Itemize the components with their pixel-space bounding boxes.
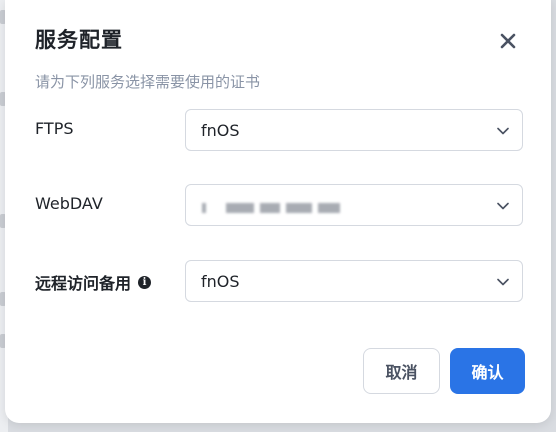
row-label-text: WebDAV — [35, 194, 103, 213]
info-icon[interactable]: i — [138, 275, 152, 289]
chevron-down-icon — [497, 278, 509, 286]
chevron-down-icon — [497, 202, 509, 210]
confirm-button[interactable]: 确认 — [450, 348, 525, 394]
dialog-subtitle: 请为下列服务选择需要使用的证书 — [35, 73, 261, 91]
remote-access-backup-label: 远程访问备用 i — [35, 270, 152, 294]
row-label-text: FTPS — [35, 119, 74, 138]
remote-access-backup-certificate-select[interactable]: fnOS — [185, 260, 523, 302]
obscured-value — [202, 197, 340, 217]
close-button[interactable] — [495, 28, 521, 54]
webdav-label: WebDAV — [35, 194, 103, 213]
select-value: fnOS — [201, 272, 240, 291]
row-label-text: 远程访问备用 — [35, 274, 132, 293]
cancel-button[interactable]: 取消 — [363, 348, 440, 394]
chevron-down-icon — [497, 127, 509, 135]
ftps-label: FTPS — [35, 119, 74, 138]
service-config-dialog: 服务配置 请为下列服务选择需要使用的证书 FTPS fnOS WebDAV 远程… — [5, 0, 551, 423]
webdav-certificate-select[interactable] — [185, 184, 523, 226]
ftps-certificate-select[interactable]: fnOS — [185, 109, 523, 151]
select-value: fnOS — [201, 121, 240, 140]
dialog-title: 服务配置 — [35, 28, 123, 52]
close-icon — [500, 33, 516, 49]
